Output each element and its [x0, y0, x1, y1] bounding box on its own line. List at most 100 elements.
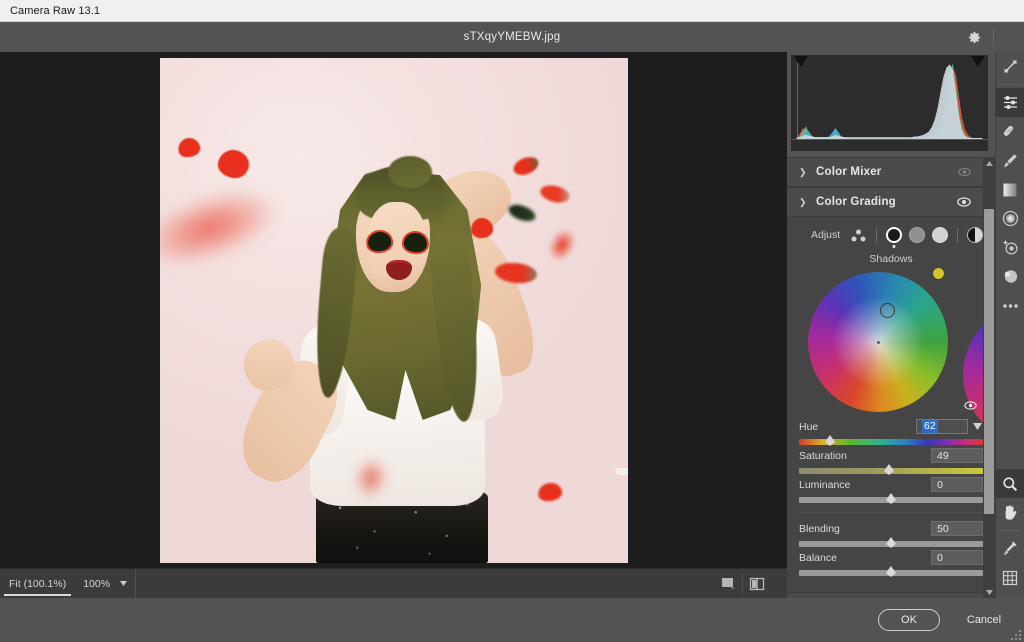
fullscreen-preview-icon[interactable] [714, 569, 742, 599]
hue-thumb[interactable] [825, 435, 836, 446]
radial-filter-tool[interactable] [996, 204, 1024, 233]
blending-input[interactable]: 50 [931, 521, 983, 536]
blending-track[interactable] [799, 537, 983, 548]
cancel-button[interactable]: Cancel [954, 609, 1014, 631]
slider-label: Saturation [799, 449, 847, 462]
photo-preview[interactable] [160, 58, 628, 563]
gear-icon[interactable] [960, 22, 988, 52]
color-wheel-area [787, 268, 995, 444]
split-circle-icon[interactable] [967, 227, 984, 243]
chevron-right-icon: ❯ [799, 166, 807, 177]
hand-tool[interactable] [996, 498, 1024, 527]
eye-visibility-icon[interactable] [958, 167, 971, 177]
panel-header-color-mixer[interactable]: ❯ Color Mixer [787, 157, 995, 187]
scroll-down-arrow[interactable] [983, 586, 995, 598]
ellipsis-icon [1002, 303, 1018, 308]
spot-removal-tool[interactable] [996, 117, 1024, 146]
highlights-circle-icon[interactable] [932, 227, 949, 243]
panel-title: Color Grading [816, 196, 896, 208]
hue-sat-marker-dot[interactable] [933, 268, 944, 279]
midtones-circle-icon[interactable] [909, 227, 926, 243]
selected-indicator-dot [892, 245, 896, 248]
caret-down-icon[interactable] [972, 423, 983, 430]
slider-label: Hue [799, 420, 819, 433]
tool-rail [995, 52, 1024, 598]
luminance-thumb[interactable] [886, 493, 896, 504]
adjust-label: Adjust [811, 229, 841, 241]
dialog-footer: OK Cancel [0, 598, 1024, 642]
three-dots-cluster-icon[interactable] [850, 228, 867, 243]
graduated-filter-tool[interactable] [996, 175, 1024, 204]
luminance-value: 0 [937, 478, 943, 491]
hue-track[interactable] [799, 435, 983, 446]
fit-zoom-button[interactable]: Fit (100.1%) [0, 569, 75, 599]
scroll-up-arrow[interactable] [983, 157, 995, 169]
mask-ellipse-icon [1004, 270, 1017, 283]
fit-zoom-label: Fit (100.1%) [9, 577, 67, 590]
balance-input[interactable]: 0 [931, 550, 983, 565]
active-zone-label: Shadows [869, 253, 913, 265]
heart-sunglasses [364, 228, 431, 256]
balance-thumb[interactable] [886, 566, 896, 577]
eye-visibility-icon[interactable] [964, 401, 977, 410]
chevron-down-icon: ❯ [799, 196, 807, 207]
slider-hue: Hue 62 [787, 416, 995, 446]
slider-balance: Balance 0 [787, 547, 995, 577]
zoom-level-value: 100% [83, 577, 111, 590]
ok-label: OK [901, 614, 917, 626]
hair-bun [388, 156, 432, 188]
mode-divider [876, 227, 878, 243]
histogram-plot [796, 63, 983, 140]
shadows-circle-icon[interactable] [886, 227, 903, 248]
histogram[interactable] [791, 55, 988, 151]
scrollbar-thumb[interactable] [984, 209, 994, 514]
wheel-center-dot [876, 340, 880, 344]
panel-title: Color Mixer [816, 166, 882, 178]
balance-track[interactable] [799, 566, 983, 577]
sunglass-lens-right [400, 229, 431, 256]
zoom-level-select[interactable]: 100% [75, 568, 137, 599]
luminance-track[interactable] [799, 493, 983, 504]
balance-value: 0 [937, 551, 943, 564]
crop-tool[interactable] [996, 563, 1024, 592]
hue-value: 62 [922, 420, 938, 433]
right-panel: ❯ Color Mixer ❯ Color Grading Adjust Sha… [787, 52, 995, 598]
shadows-color-wheel[interactable] [808, 268, 948, 412]
resize-grip-icon[interactable] [1010, 629, 1022, 641]
blending-thumb[interactable] [886, 537, 896, 548]
eye-visibility-icon[interactable] [957, 197, 971, 207]
teeth [615, 468, 628, 475]
panel-scrollbar[interactable] [983, 157, 995, 598]
red-eye-tool[interactable] [996, 233, 1024, 262]
adjustment-brush-tool[interactable] [996, 146, 1024, 175]
before-after-split-icon[interactable] [743, 569, 771, 599]
crop-grid-icon [1002, 570, 1018, 585]
wheel-ring-cursor [880, 303, 895, 318]
white-balance-tool[interactable] [996, 534, 1024, 563]
saturation-value: 49 [937, 449, 949, 462]
linear-gradient-icon [1003, 183, 1017, 196]
app-header: sTXqyYMEBW.jpg [0, 22, 1024, 52]
red-eye-icon [1003, 240, 1018, 255]
mode-divider [957, 227, 959, 243]
toggle-fullscreen-tool[interactable] [996, 52, 1024, 81]
magnifier-icon [1003, 476, 1018, 491]
sunglass-lens-left [364, 228, 395, 255]
more-tools[interactable] [996, 291, 1024, 320]
os-title-bar: Camera Raw 13.1 [0, 0, 1024, 22]
expand-arrows-icon [1004, 60, 1016, 73]
saturation-input[interactable]: 49 [931, 448, 983, 463]
masking-tool[interactable] [996, 262, 1024, 291]
hue-input[interactable]: 62 [916, 419, 968, 434]
image-canvas[interactable] [0, 52, 787, 568]
slider-label: Balance [799, 551, 837, 564]
window-title: Camera Raw 13.1 [10, 4, 101, 17]
ok-button[interactable]: OK [878, 609, 940, 631]
saturation-track[interactable] [799, 464, 983, 475]
zoom-tool[interactable] [995, 469, 1024, 498]
panel-header-color-grading[interactable]: ❯ Color Grading [787, 187, 995, 217]
luminance-input[interactable]: 0 [931, 477, 983, 492]
edit-tool[interactable] [995, 88, 1024, 117]
saturation-thumb[interactable] [884, 464, 895, 475]
slider-label: Blending [799, 522, 840, 535]
